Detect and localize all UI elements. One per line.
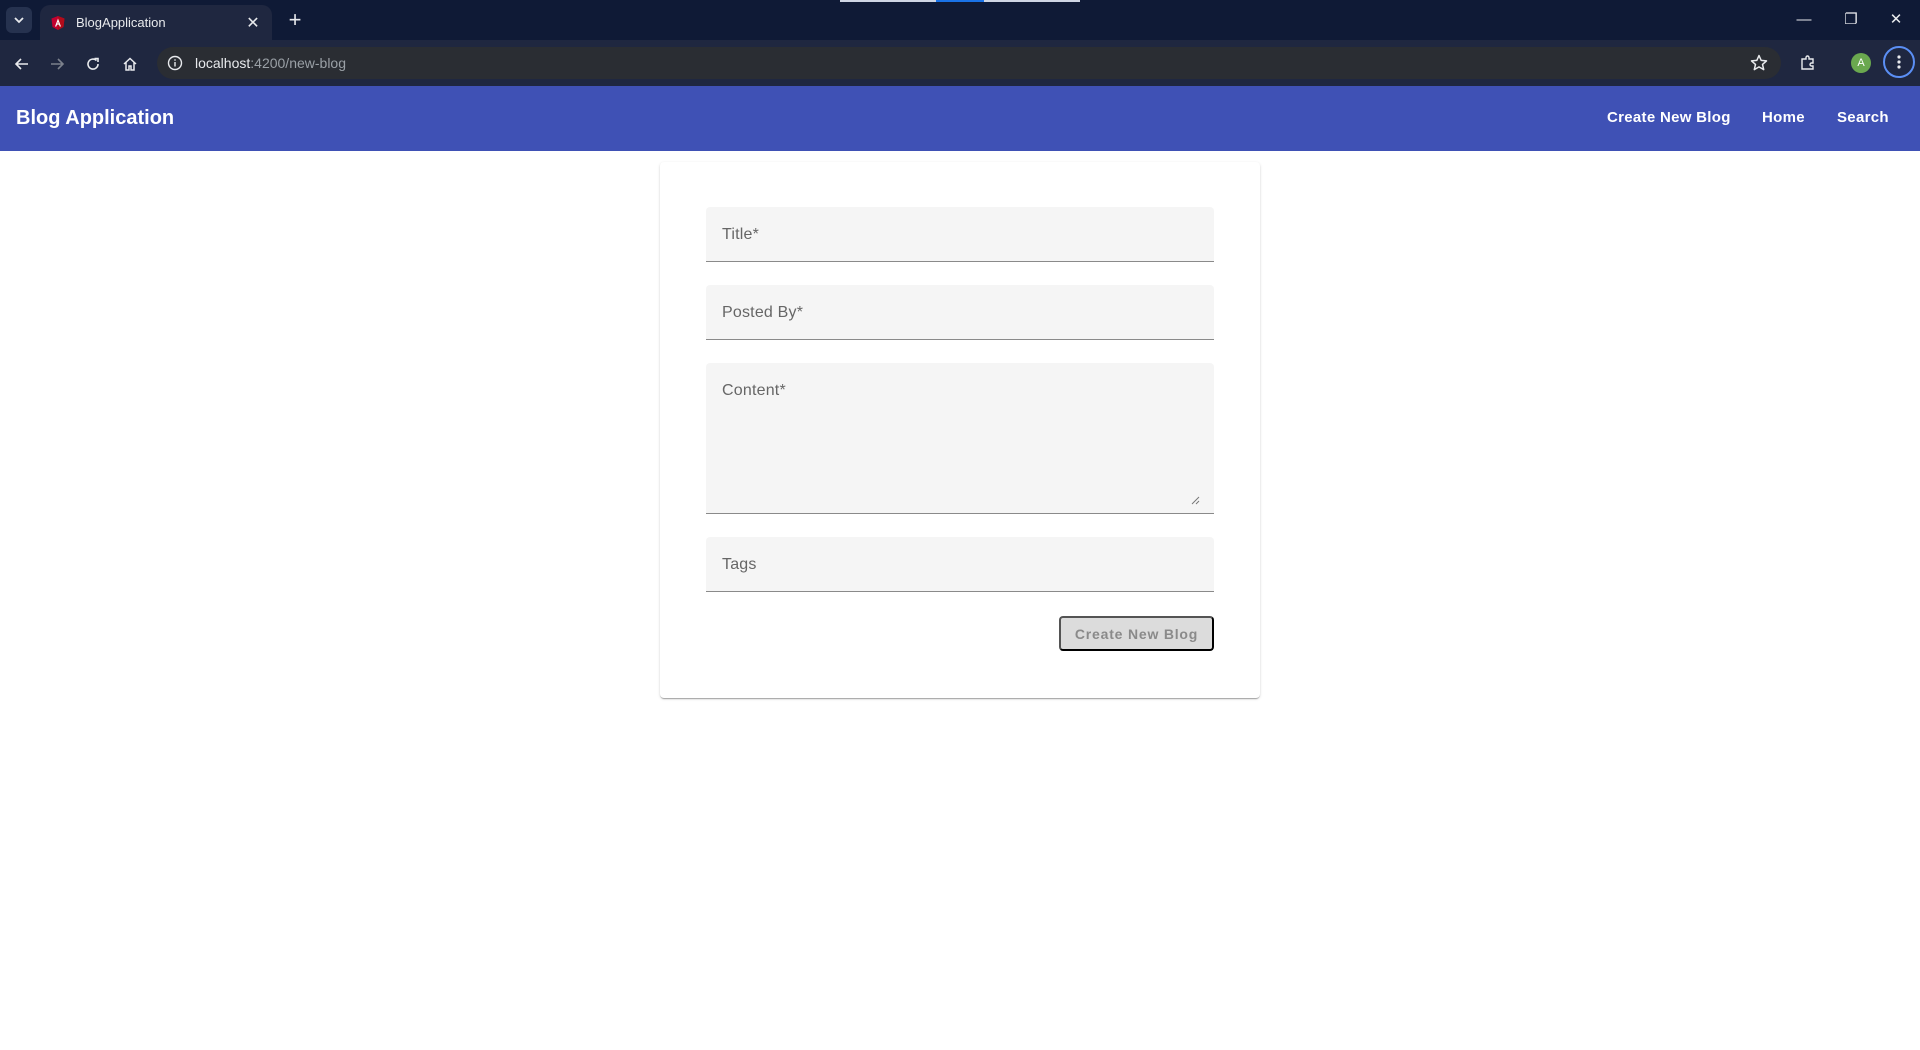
star-icon[interactable] <box>1749 53 1769 73</box>
info-icon[interactable] <box>167 55 183 71</box>
new-blog-card: Title* Posted By* Content* Tags Create N… <box>660 162 1260 698</box>
forward-button[interactable] <box>43 50 71 78</box>
arrow-left-icon <box>14 58 28 70</box>
arrow-right-icon <box>51 58 65 70</box>
back-button[interactable] <box>8 50 36 78</box>
browser-menu-button[interactable] <box>1883 46 1915 78</box>
nav-create-new-blog[interactable]: Create New Blog <box>1607 109 1731 126</box>
plus-icon[interactable]: + <box>282 8 308 34</box>
create-new-blog-button[interactable]: Create New Blog <box>1059 616 1214 651</box>
tab-drag-indicator <box>984 0 1080 2</box>
app-toolbar: Blog Application Create New Blog Home Se… <box>0 86 1920 151</box>
close-window-icon[interactable]: ✕ <box>1876 8 1916 32</box>
content-textarea[interactable]: Content* <box>706 363 1214 514</box>
posted-by-label: Posted By* <box>722 304 804 321</box>
url-path: :4200/new-blog <box>250 55 347 71</box>
extensions-button[interactable] <box>1795 50 1821 76</box>
angular-logo-icon <box>51 15 65 30</box>
url-host: localhost <box>195 55 251 71</box>
app-title: Blog Application <box>16 107 175 129</box>
resize-handle-icon[interactable] <box>1190 495 1200 505</box>
address-bar[interactable]: localhost:4200/new-blog <box>157 47 1781 79</box>
kebab-menu-icon <box>1897 55 1901 69</box>
close-icon[interactable]: ✕ <box>244 13 262 33</box>
home-icon <box>123 57 137 71</box>
tags-label: Tags <box>722 556 757 573</box>
nav-home[interactable]: Home <box>1762 109 1805 126</box>
profile-avatar[interactable]: A <box>1851 53 1871 73</box>
browser-tabstrip: BlogApplication ✕ + — ❐ ✕ <box>0 0 1920 40</box>
minimize-icon[interactable]: — <box>1784 8 1824 32</box>
tab-search-button[interactable] <box>6 7 32 33</box>
tab-drag-indicator <box>840 0 936 2</box>
browser-tab[interactable]: BlogApplication ✕ <box>40 5 272 40</box>
reload-button[interactable] <box>79 50 107 78</box>
puzzle-icon <box>1801 55 1814 70</box>
nav-search[interactable]: Search <box>1837 109 1889 126</box>
tags-field[interactable]: Tags <box>706 537 1214 592</box>
reload-icon <box>87 57 99 70</box>
chevron-down-icon <box>14 17 24 24</box>
restore-icon[interactable]: ❐ <box>1831 8 1871 32</box>
title-field[interactable]: Title* <box>706 207 1214 262</box>
posted-by-field[interactable]: Posted By* <box>706 285 1214 340</box>
title-label: Title* <box>722 226 760 243</box>
tab-title: BlogApplication <box>76 15 166 30</box>
content-label: Content* <box>722 382 786 399</box>
tab-drag-indicator-active <box>936 0 984 2</box>
home-button[interactable] <box>116 50 144 78</box>
